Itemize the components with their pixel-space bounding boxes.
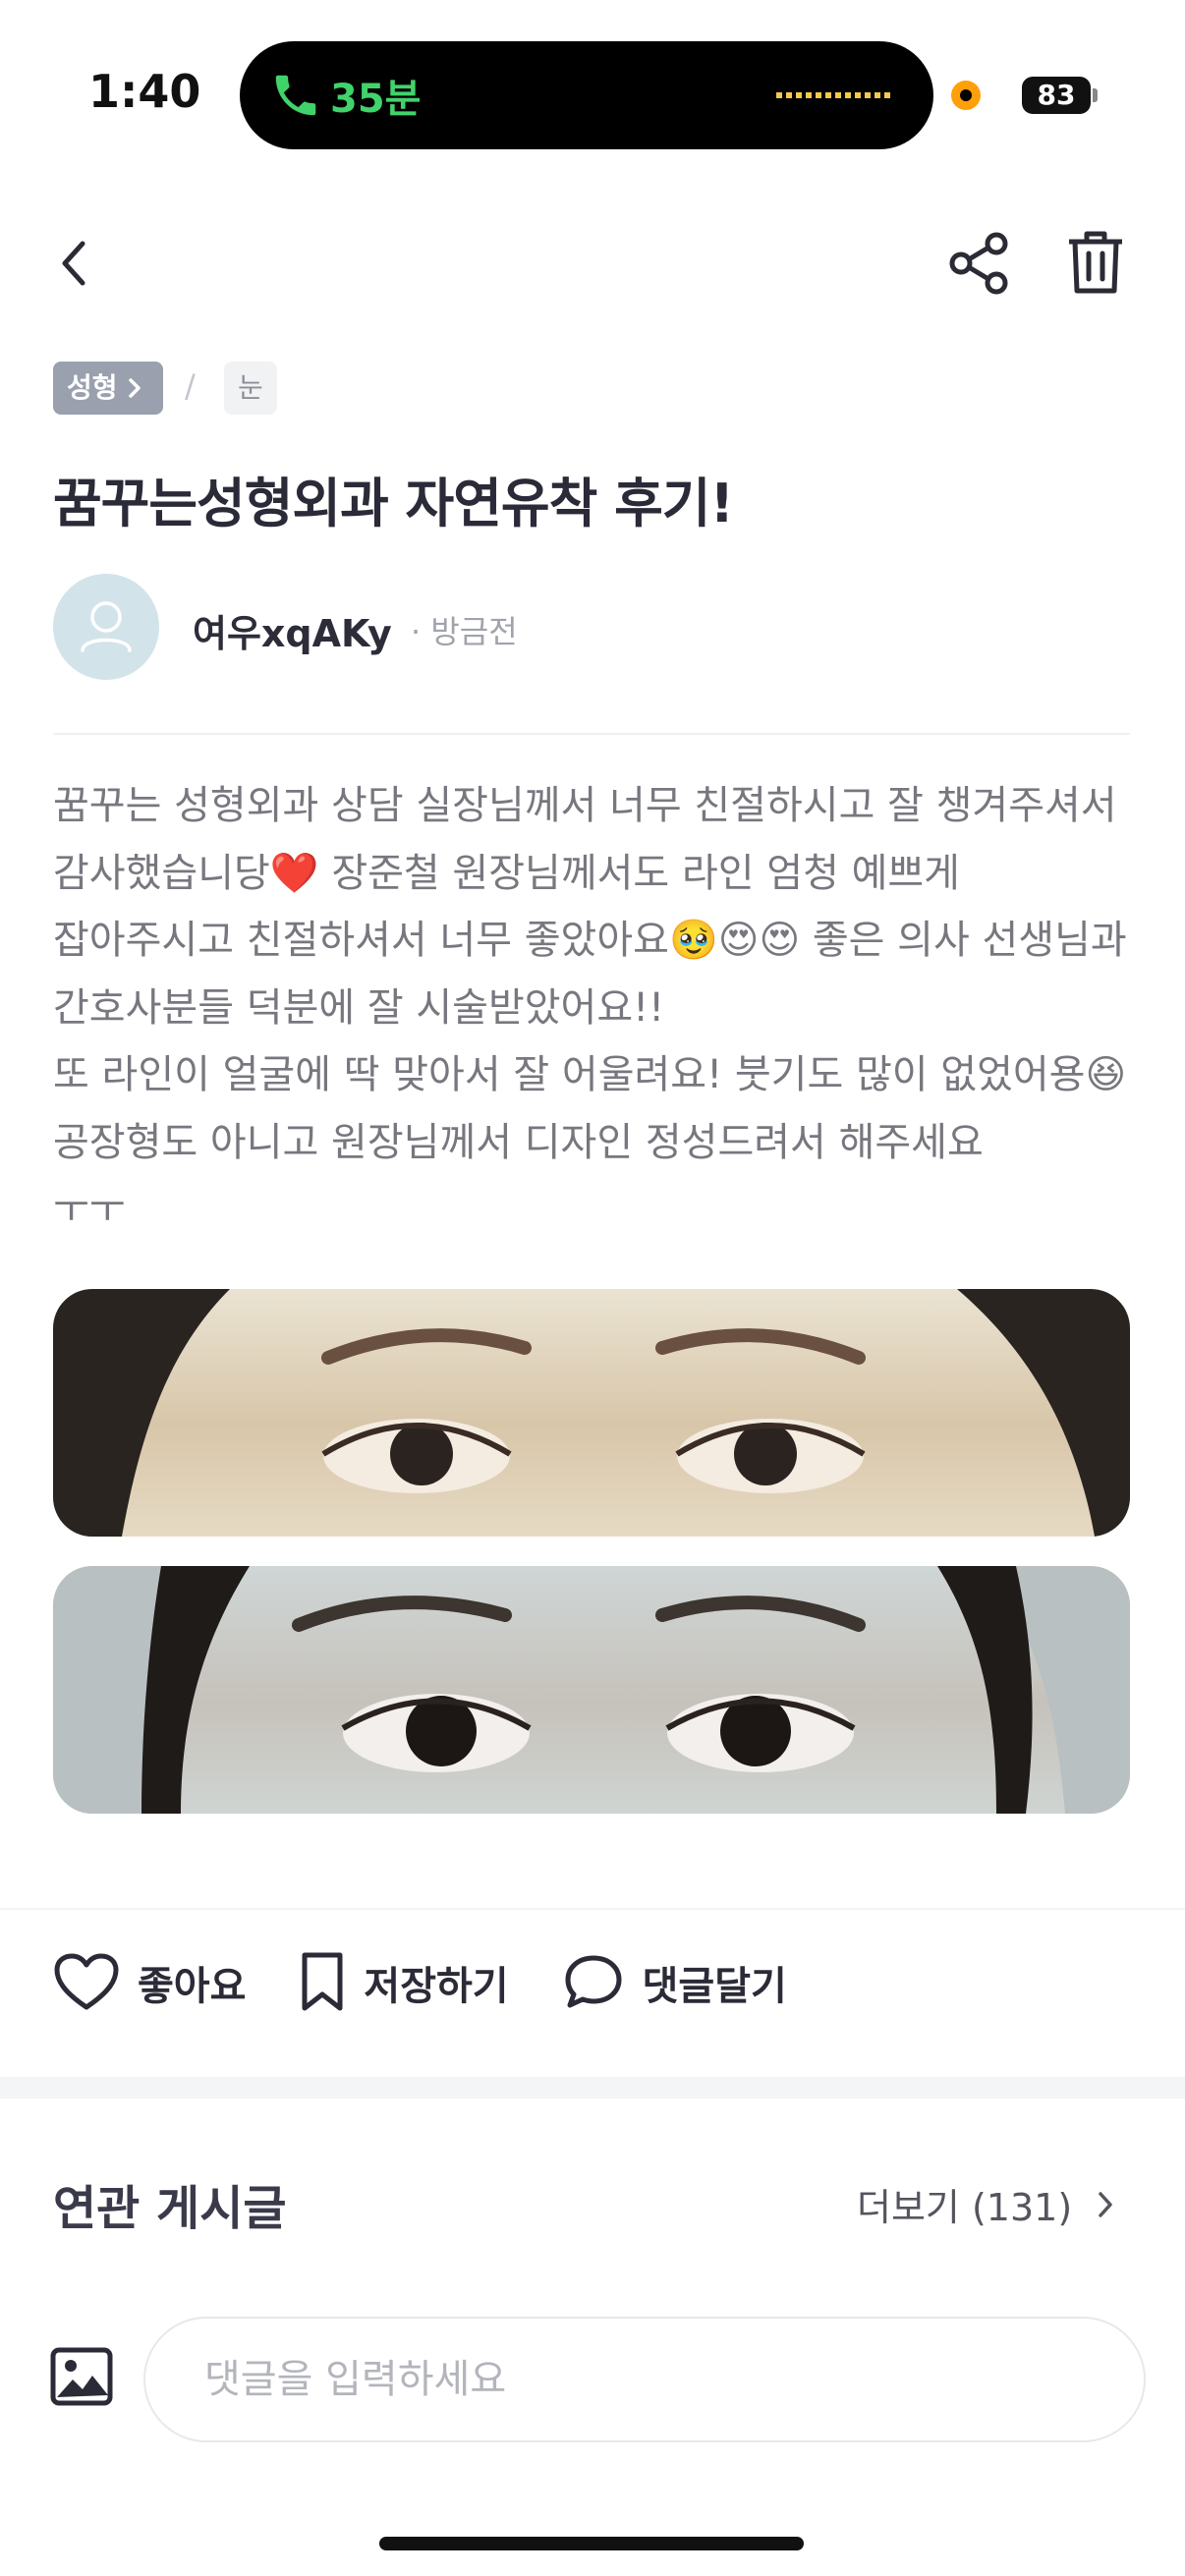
chevron-right-icon [1099, 2191, 1112, 2217]
speech-bubble-icon [565, 1955, 622, 2008]
related-posts-title: 연관 게시글 [53, 2181, 287, 2236]
share-button[interactable] [947, 230, 1012, 297]
user-icon [81, 601, 132, 652]
like-label: 좋아요 [138, 1964, 247, 2009]
avatar[interactable] [53, 574, 159, 680]
post-photo-2[interactable] [53, 1566, 1130, 1814]
breadcrumb-category[interactable]: 성형 [53, 362, 163, 415]
post-actions: 좋아요 저장하기 댓글달기 [53, 1951, 840, 2014]
breadcrumb-separator: / [185, 367, 196, 405]
comment-label: 댓글달기 [642, 1964, 787, 2009]
divider [53, 733, 1130, 735]
recording-indicator-icon [951, 81, 981, 110]
eyes-photo-image [53, 1566, 1130, 1814]
save-button[interactable]: 저장하기 [299, 1951, 509, 2014]
heart-icon [54, 1953, 119, 2010]
post-body-container: 꿈꾸는 성형외과 상담 실장님께서 너무 친절하시고 잘 챙겨주셔서 감사했습니… [0, 747, 1185, 1234]
call-duration: 35분 [330, 77, 422, 122]
eyes-photo-image [53, 1289, 1130, 1537]
post-body: 꿈꾸는 성형외과 상담 실장님께서 너무 친절하시고 잘 챙겨주셔서 감사했습니… [53, 783, 1127, 1232]
breadcrumb-subcategory[interactable]: 눈 [224, 362, 277, 415]
phone-icon [275, 75, 316, 116]
battery-tip-icon [1093, 88, 1098, 102]
back-button[interactable] [49, 234, 98, 293]
image-attach-icon[interactable] [49, 2344, 114, 2409]
more-link[interactable]: 더보기 (131) [857, 2177, 1115, 2231]
delete-button[interactable] [1063, 228, 1128, 299]
breadcrumb-category-label: 성형 [67, 371, 118, 404]
section-divider [0, 2077, 1185, 2099]
bookmark-icon [302, 1952, 343, 2011]
author-name[interactable]: 여우xqAKy [193, 603, 392, 657]
more-link-label: 더보기 (131) [857, 2186, 1073, 2229]
chevron-right-icon [128, 378, 141, 398]
like-button[interactable]: 좋아요 [53, 1952, 246, 2013]
save-label: 저장하기 [364, 1964, 509, 2009]
comment-button[interactable]: 댓글달기 [562, 1952, 787, 2013]
status-time: 1:40 [88, 65, 201, 118]
post-time: · 방금전 [411, 613, 518, 650]
comment-input[interactable] [143, 2317, 1146, 2442]
home-indicator[interactable] [379, 2537, 804, 2550]
battery-level: 83 [1022, 77, 1091, 114]
divider [0, 1908, 1185, 1910]
post-photo-1[interactable] [53, 1289, 1130, 1537]
post-title: 꿈꾸는성형외과 자연유착 후기! [53, 473, 734, 534]
audio-wave-icon [776, 92, 894, 98]
dynamic-island[interactable]: 35분 [240, 41, 933, 149]
